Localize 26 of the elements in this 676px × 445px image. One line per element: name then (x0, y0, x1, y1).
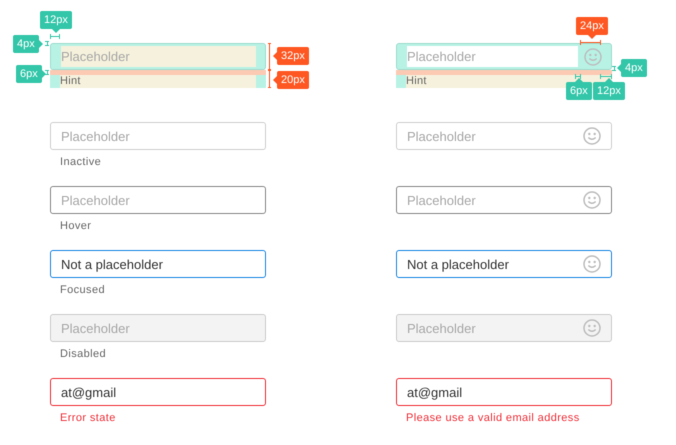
text-field[interactable]: Placeholder (50, 186, 266, 214)
text-field[interactable]: at@gmail (396, 378, 612, 406)
text-field[interactable]: Not a placeholder (396, 250, 612, 278)
error-message: Please use a valid email address (406, 411, 580, 425)
hint-text: Hint (60, 75, 81, 88)
padding-area (50, 75, 60, 88)
measure-mark (612, 66, 616, 71)
padding-area (396, 75, 406, 88)
placeholder-text: Placeholder (407, 46, 578, 67)
text-field[interactable]: Placeholder (50, 122, 266, 150)
padding-area (256, 75, 266, 88)
text-field[interactable]: Placeholder (396, 186, 612, 214)
measure-mark (45, 70, 49, 75)
text-field[interactable]: Not a placeholder (50, 250, 266, 278)
state-caption: Hover (60, 219, 92, 233)
text-field[interactable]: at@gmail (50, 378, 266, 406)
measure-mark (600, 74, 612, 79)
state-caption: Inactive (60, 155, 102, 169)
placeholder-text: Placeholder (61, 46, 256, 67)
text-field[interactable]: Placeholder (396, 122, 612, 150)
state-caption: Focused (60, 283, 105, 297)
error-message: Error state (60, 411, 116, 425)
hint-text: Hint (406, 75, 427, 88)
measure-mark (575, 74, 581, 79)
measure-mark (580, 40, 601, 45)
state-caption: Disabled (60, 347, 106, 361)
